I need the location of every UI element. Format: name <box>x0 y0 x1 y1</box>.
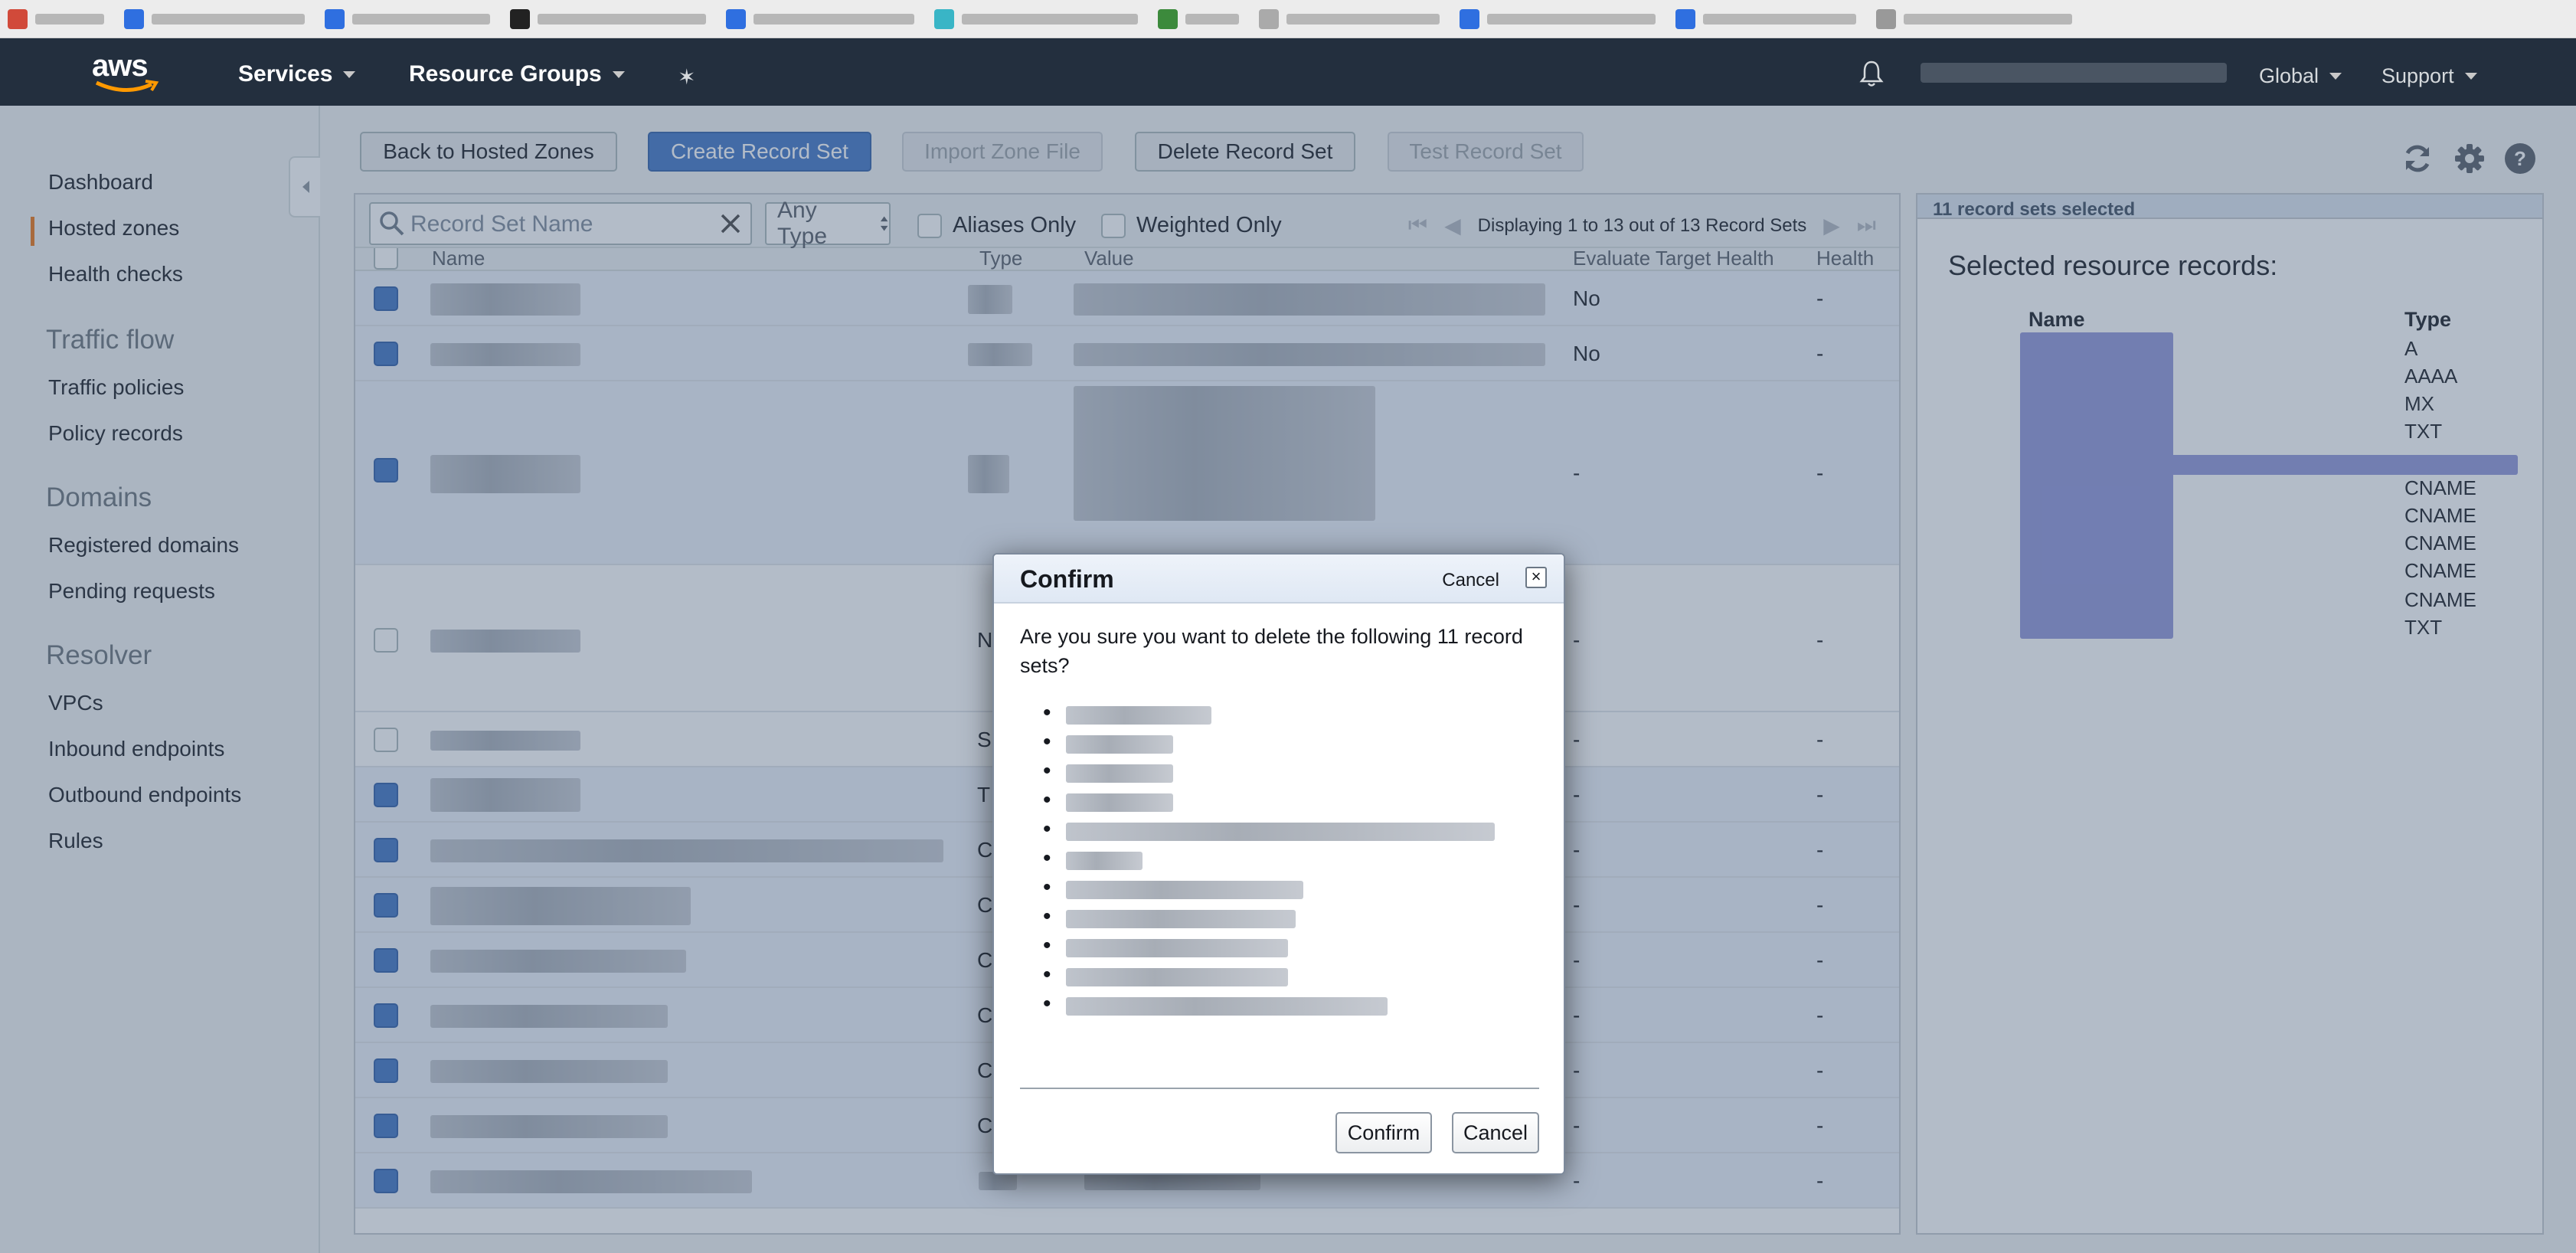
confirm-dialog: Confirm Cancel × Are you sure you want t… <box>992 553 1565 1175</box>
aws-top-nav: aws Services Resource Groups ✶ Global Su… <box>0 38 2576 106</box>
bookmark[interactable] <box>1876 8 2072 29</box>
aws-logo[interactable]: aws <box>92 49 162 95</box>
bookmark[interactable] <box>510 8 706 29</box>
chevron-down-icon <box>2464 73 2477 80</box>
chevron-down-icon <box>343 70 356 78</box>
bookmark[interactable] <box>8 8 104 29</box>
aws-smile-icon <box>95 80 159 93</box>
bookmark[interactable] <box>1675 8 1856 29</box>
dialog-title: Confirm <box>1020 565 1114 593</box>
region-label: Global <box>2259 64 2319 87</box>
bookmark[interactable] <box>1259 8 1440 29</box>
pin-icon[interactable]: ✶ <box>678 64 695 90</box>
divider <box>1020 1088 1539 1089</box>
services-menu[interactable]: Services <box>238 61 356 87</box>
account-menu[interactable] <box>1921 63 2227 83</box>
bookmark[interactable] <box>325 8 490 29</box>
dialog-cancel-link[interactable]: Cancel <box>1442 570 1499 591</box>
bookmark[interactable] <box>124 8 305 29</box>
dialog-header: Confirm Cancel × <box>994 555 1564 604</box>
support-label: Support <box>2381 64 2454 87</box>
close-icon[interactable]: × <box>1525 567 1547 588</box>
region-menu[interactable]: Global <box>2259 64 2342 88</box>
bookmark[interactable] <box>934 8 1138 29</box>
bookmarks-bar <box>0 0 2576 38</box>
chevron-down-icon <box>2329 73 2342 80</box>
bookmark[interactable] <box>726 8 914 29</box>
bookmark[interactable] <box>1158 8 1239 29</box>
resource-groups-menu[interactable]: Resource Groups <box>409 61 625 87</box>
cancel-button[interactable]: Cancel <box>1452 1112 1539 1153</box>
support-menu[interactable]: Support <box>2381 64 2477 88</box>
services-label: Services <box>238 61 333 87</box>
bell-icon[interactable] <box>1859 60 1884 87</box>
resource-groups-label: Resource Groups <box>409 61 602 87</box>
confirm-button[interactable]: Confirm <box>1335 1112 1432 1153</box>
aws-logo-text: aws <box>92 49 149 83</box>
dialog-message: Are you sure you want to delete the foll… <box>1020 625 1523 677</box>
chevron-down-icon <box>612 70 625 78</box>
bookmark[interactable] <box>1460 8 1656 29</box>
